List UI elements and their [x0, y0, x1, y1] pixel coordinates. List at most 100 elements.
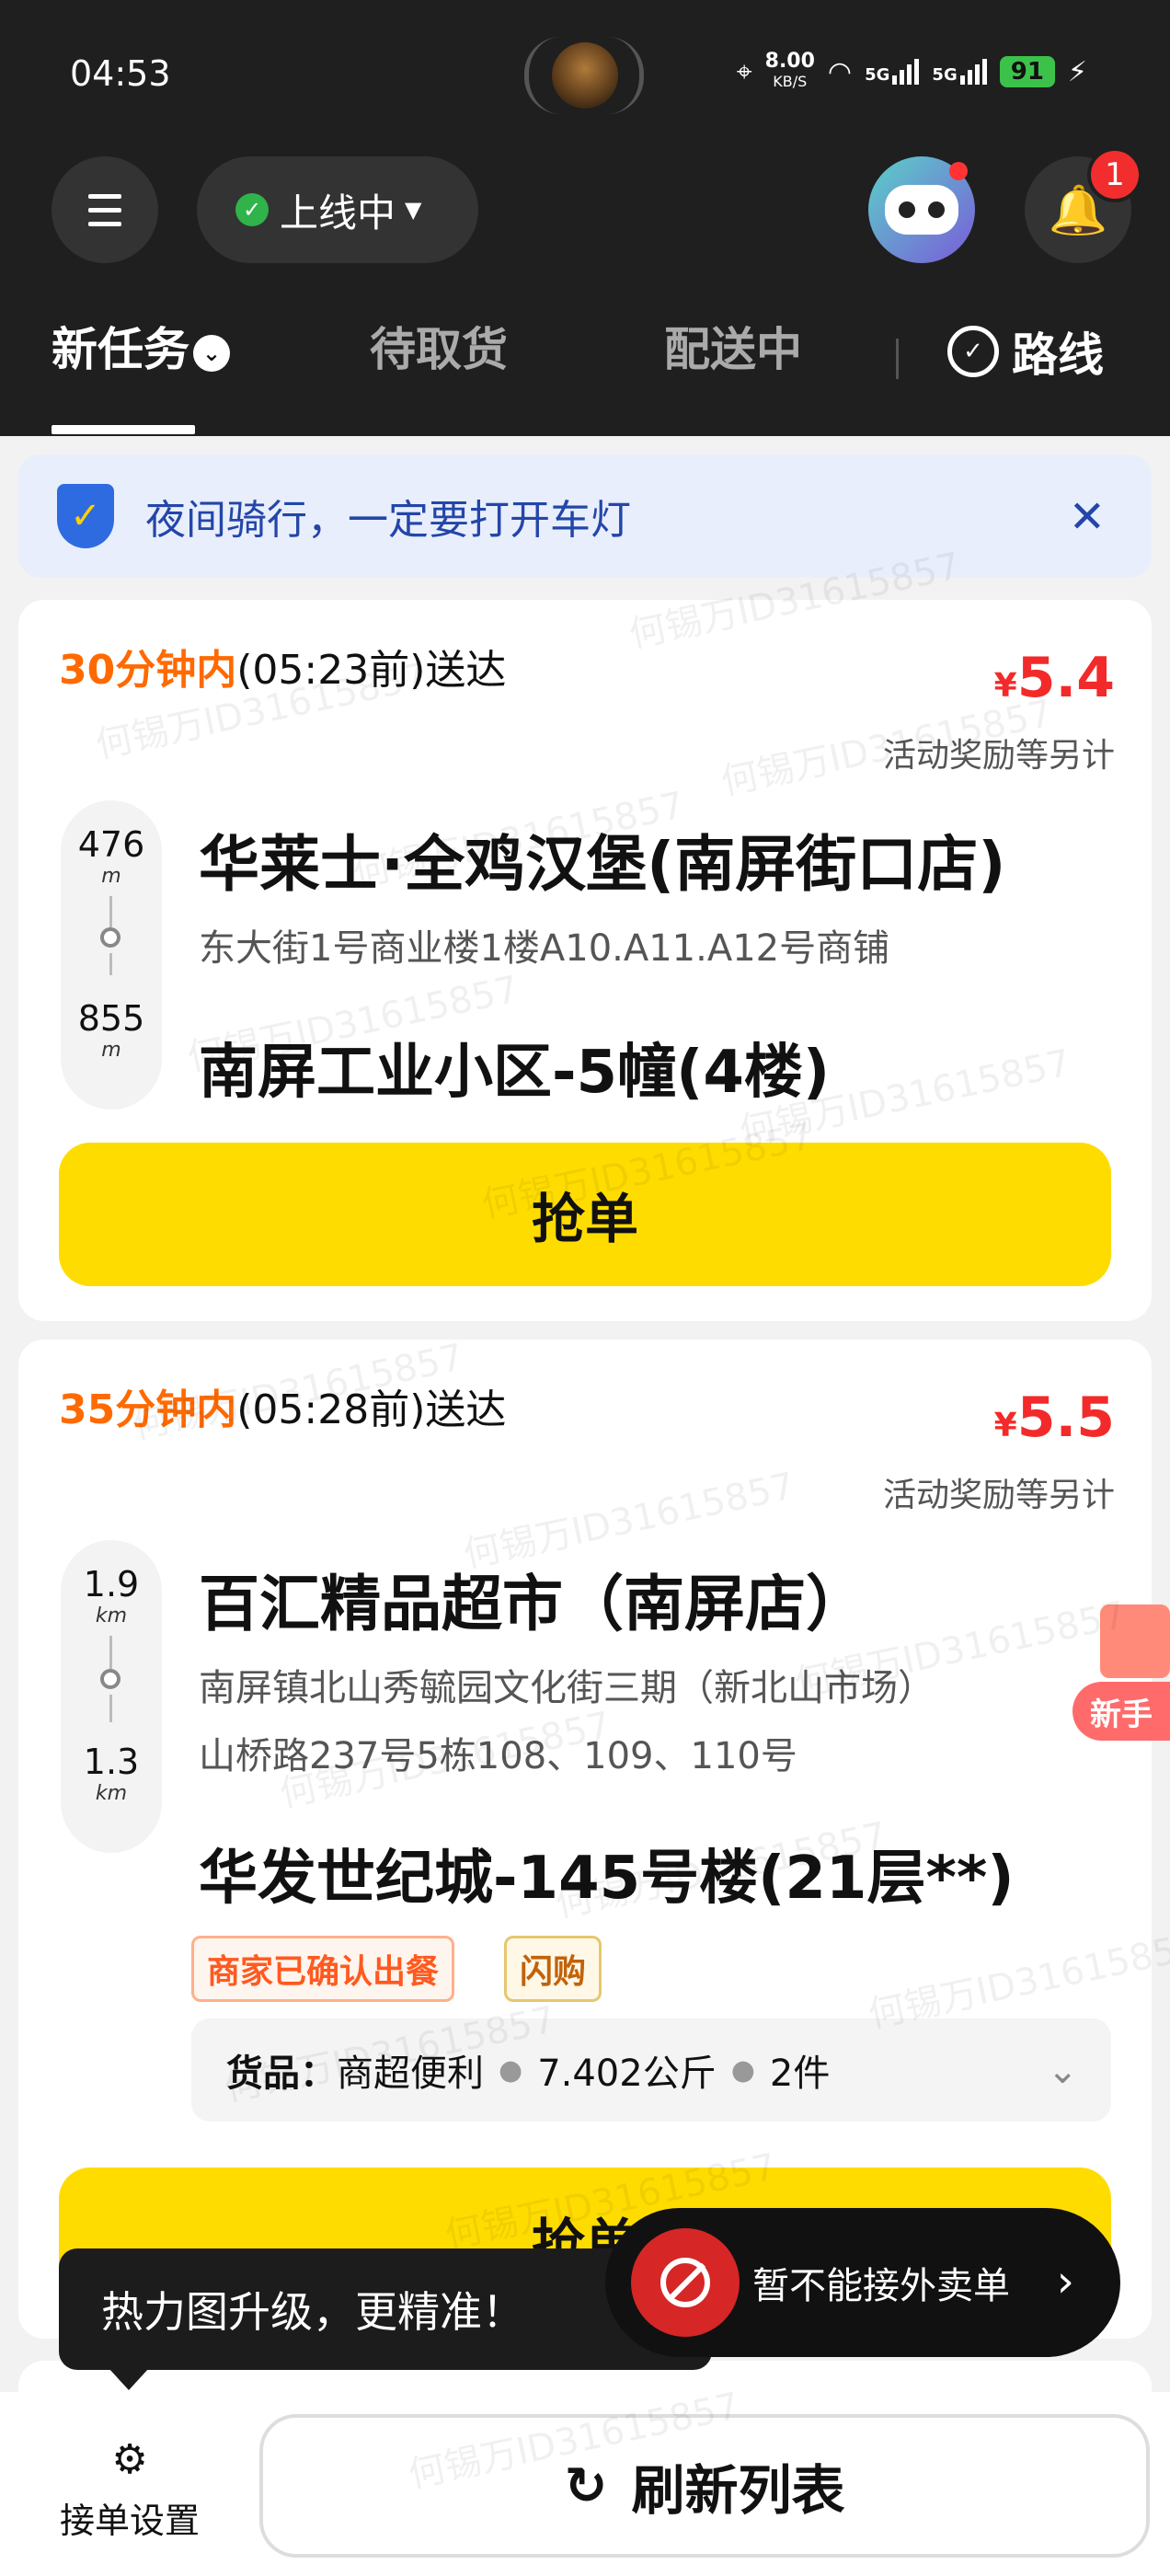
dropoff-distance: 855: [77, 998, 145, 1039]
eta-deadline: (05:23前)送达: [236, 647, 507, 694]
destination-address: 南屏工业小区-5幢(4楼): [199, 1039, 831, 1107]
flash-buy-tag: 闪购: [504, 1936, 602, 2002]
robot-notification-dot: [949, 162, 968, 180]
delivery-eta: 35分钟内(05:28前)送达: [59, 1376, 506, 1435]
eta-deadline: (05:28前)送达: [236, 1386, 507, 1433]
close-icon[interactable]: ✕: [1069, 491, 1106, 543]
gift-icon: [1100, 1604, 1170, 1678]
merchant-ready-tag: 商家已确认出餐: [191, 1936, 455, 2002]
delivery-eta: 30分钟内(05:23前)送达: [59, 637, 506, 696]
night-riding-notice: ✓ 夜间骑行，一定要打开车灯 ✕: [18, 454, 1152, 578]
goods-summary[interactable]: 货品： 商超便利 ● 7.402公斤 ● 2件 ⌄: [191, 2018, 1111, 2122]
order-settings-button[interactable]: ⚙ 接单设置: [52, 2436, 208, 2543]
forbidden-icon: [631, 2228, 740, 2337]
dropoff-distance-unit: km: [95, 1782, 128, 1805]
caret-down-icon: ▼: [405, 197, 422, 223]
price-value: 5.5: [1016, 1386, 1115, 1450]
order-settings-label: 接单设置: [59, 2501, 200, 2541]
chevron-down-icon: ⌄: [193, 334, 230, 372]
route-pin-icon: ✓: [947, 326, 999, 377]
shop-address-line2: 山桥路237号5栋108、109、110号: [199, 1735, 797, 1777]
online-status-label: 上线中: [280, 190, 396, 236]
robot-icon: [885, 185, 958, 235]
order-card[interactable]: 30分钟内(05:23前)送达 ¥5.4 活动奖励等另计 476 m 855 m…: [18, 600, 1152, 1321]
shop-address: 东大街1号商业楼1楼A10.A11.A12号商铺: [199, 927, 890, 970]
tooltip-arrow: [109, 2368, 149, 2390]
dropoff-distance: 1.3: [83, 1742, 140, 1782]
route-label: 路线: [1012, 328, 1104, 382]
tab-delivering[interactable]: 配送中: [664, 313, 802, 379]
destination-address: 华发世纪城-145号楼(21层**): [199, 1845, 1015, 1913]
eta-highlight: 30分钟内: [59, 647, 237, 694]
location-icon: ⌖: [736, 55, 752, 88]
no-takeout-banner[interactable]: 暂不能接外卖单 ›: [605, 2208, 1120, 2357]
route-button[interactable]: ✓ 路线: [947, 318, 1104, 385]
tab-new-tasks[interactable]: 新任务 ⌄: [52, 313, 230, 379]
pickup-distance: 1.9: [83, 1564, 140, 1604]
status-time: 04:53: [70, 53, 171, 94]
distance-indicator: 1.9 km 1.3 km: [61, 1540, 162, 1853]
heatmap-tooltip-text: 热力图升级，更精准！: [101, 2287, 524, 2337]
refresh-list-label: 刷新列表: [631, 2459, 845, 2522]
waypoint-dot: [100, 1669, 120, 1689]
sliders-icon: ⚙: [111, 2436, 148, 2483]
app-header: ✓ 上线中 ▼ 🔔 1: [0, 147, 1170, 276]
goods-count: 2件: [769, 2053, 831, 2095]
pickup-distance-unit: km: [95, 1604, 128, 1627]
signal-sim1: 5G: [865, 59, 920, 85]
chevron-down-icon: ⌄: [1047, 2050, 1078, 2092]
newbie-label: 新手: [1072, 1682, 1170, 1741]
waypoint-dot: [100, 927, 120, 948]
goods-label: 货品：: [226, 2053, 337, 2095]
goods-weight: 7.402公斤: [537, 2053, 717, 2095]
route-line: [109, 953, 112, 975]
reward-note: 活动奖励等另计: [882, 737, 1115, 775]
network-speed: 8.00 KB/S: [764, 50, 815, 91]
no-takeout-text: 暂不能接外卖单: [752, 2265, 1010, 2307]
hamburger-icon: [88, 190, 121, 231]
route-line: [109, 1636, 112, 1669]
shop-name: 华莱士·全鸡汉堡(南屏街口店): [199, 829, 1006, 900]
order-card[interactable]: 35分钟内(05:28前)送达 ¥5.5 活动奖励等另计 1.9 km 1.3 …: [18, 1340, 1152, 2339]
battery-level: 91: [999, 56, 1055, 87]
signal-sim2: 5G: [932, 59, 987, 85]
route-line: [109, 1695, 112, 1722]
currency-symbol: ¥: [993, 1407, 1017, 1444]
dropoff-distance-unit: m: [101, 1039, 121, 1062]
grab-order-button[interactable]: 抢单: [59, 1143, 1111, 1286]
refresh-list-button[interactable]: ↻ 刷新列表: [259, 2414, 1150, 2558]
shop-name: 百汇精品超市（南屏店）: [199, 1569, 866, 1639]
bottom-bar: ⚙ 接单设置 ↻ 刷新列表: [0, 2392, 1170, 2576]
route-line: [109, 896, 112, 927]
notification-badge: 1: [1087, 147, 1142, 202]
tab-new-tasks-label: 新任务: [52, 323, 189, 376]
reward-note: 活动奖励等另计: [882, 1477, 1115, 1514]
tab-pending-pickup[interactable]: 待取货: [370, 313, 508, 379]
order-price: ¥5.4: [994, 646, 1115, 710]
pickup-distance-unit: m: [101, 865, 121, 888]
music-avatar[interactable]: [552, 42, 618, 109]
refresh-icon: ↻: [564, 2455, 608, 2516]
goods-type: 商超便利: [337, 2053, 484, 2095]
check-icon: ✓: [235, 193, 269, 226]
currency-symbol: ¥: [993, 667, 1017, 705]
separator-dot: ●: [730, 2053, 755, 2087]
active-tab-indicator: [52, 425, 195, 434]
chevron-right-icon: ›: [1056, 2256, 1074, 2307]
pickup-distance: 476: [77, 824, 145, 865]
online-status-toggle[interactable]: ✓ 上线中 ▼: [197, 156, 478, 263]
notice-text: 夜间骑行，一定要打开车灯: [145, 497, 631, 544]
assistant-robot-button[interactable]: [868, 156, 975, 263]
eta-highlight: 35分钟内: [59, 1386, 237, 1433]
price-value: 5.4: [1016, 646, 1115, 710]
shop-address-line1: 南屏镇北山秀毓园文化街三期（新北山市场）: [199, 1667, 935, 1709]
shield-icon: ✓: [57, 484, 114, 548]
charging-icon: ⚡: [1067, 55, 1087, 88]
menu-button[interactable]: [52, 156, 158, 263]
newbie-gift-badge[interactable]: 新手: [1072, 1582, 1170, 1741]
separator-dot: ●: [499, 2053, 523, 2087]
status-icons: ⌖ 8.00 KB/S ◠ 5G 5G 91 ⚡: [737, 52, 1087, 92]
notifications-button[interactable]: 🔔 1: [1025, 147, 1142, 263]
tab-divider: [896, 339, 899, 379]
wifi-icon: ◠: [827, 55, 853, 88]
